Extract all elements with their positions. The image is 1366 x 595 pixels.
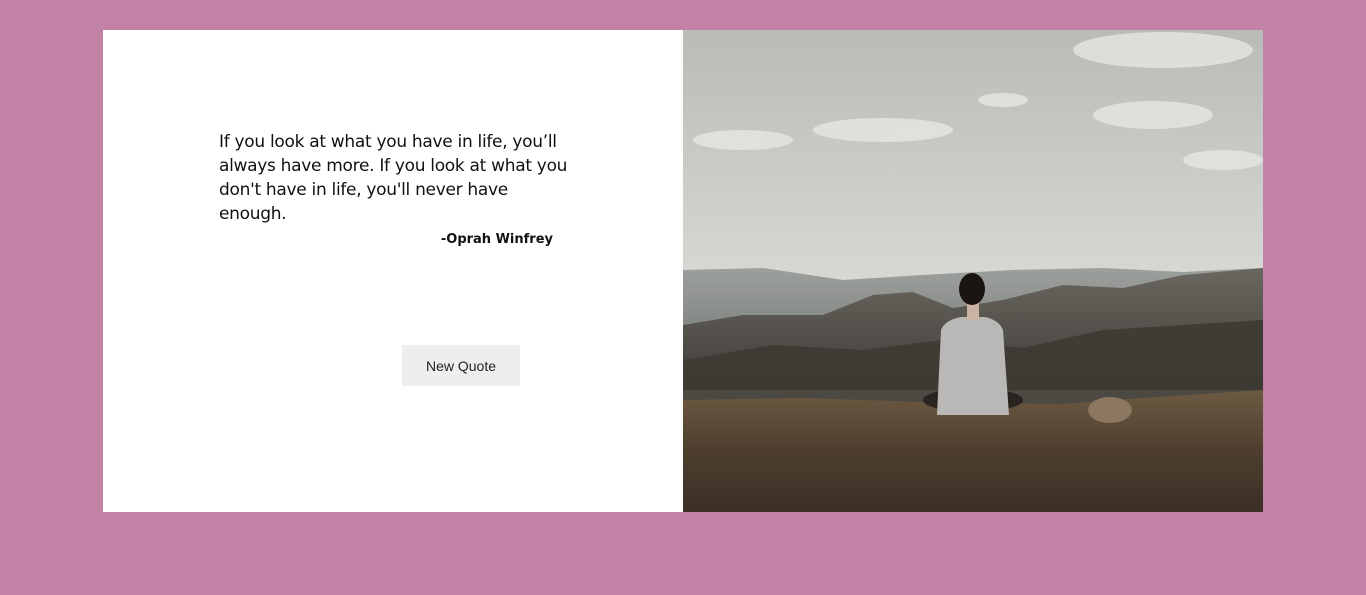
quote-author: -Oprah Winfrey [440,232,553,247]
quote-block: If you look at what you have in life, yo… [219,130,569,247]
quote-text: If you look at what you have in life, yo… [219,132,568,224]
new-quote-button[interactable]: New Quote [402,345,520,386]
landscape-photo [683,30,1263,512]
quote-card: If you look at what you have in life, yo… [103,30,1263,512]
quote-panel: If you look at what you have in life, yo… [103,30,683,512]
